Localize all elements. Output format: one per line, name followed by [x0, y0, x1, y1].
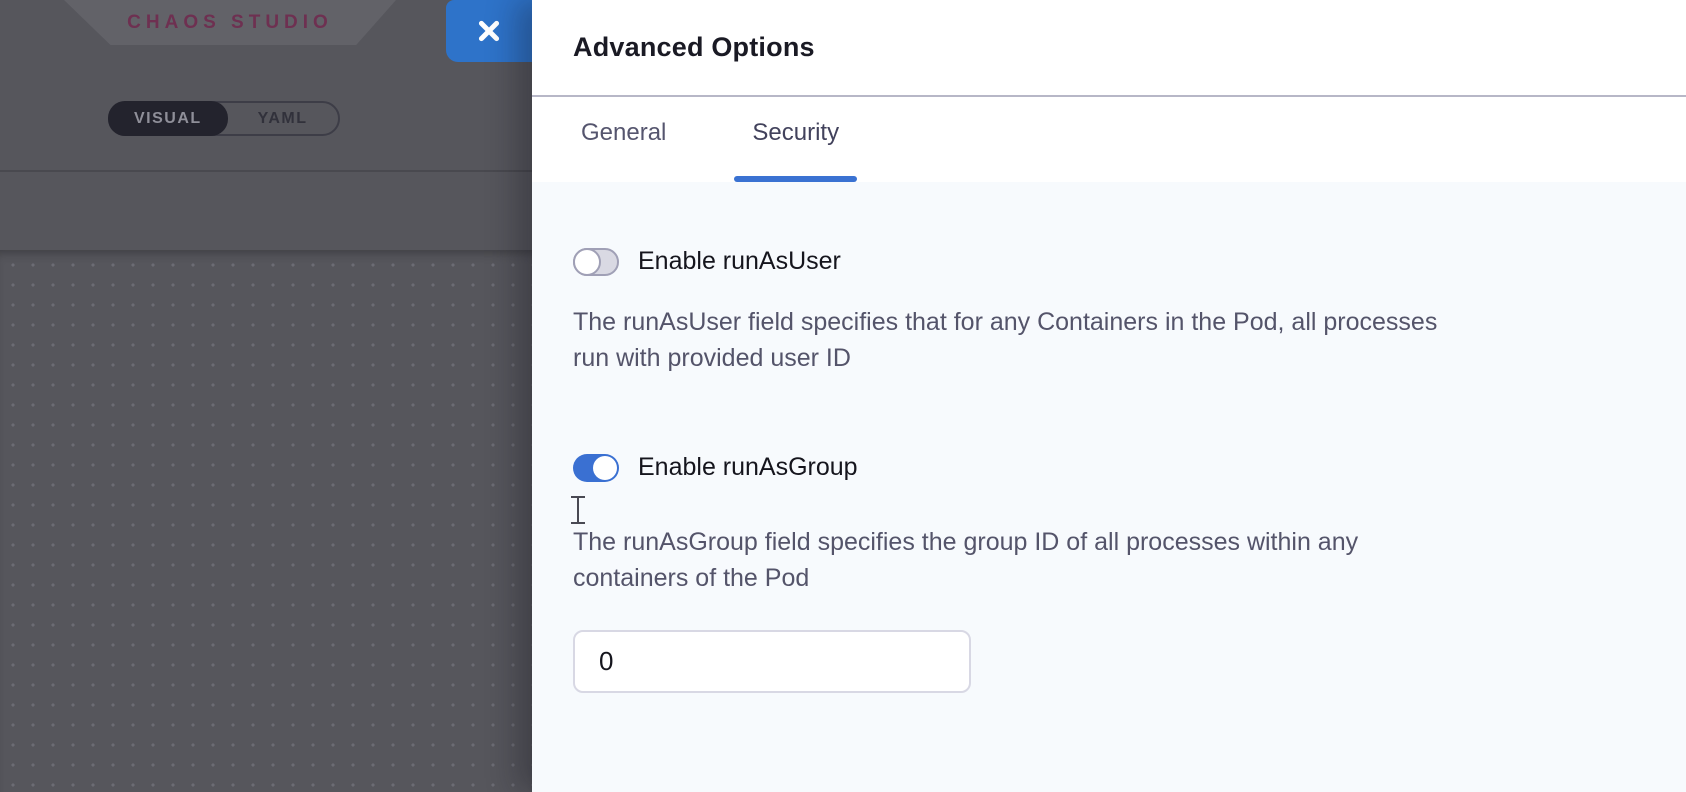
toggle-knob: [593, 456, 617, 480]
run-as-user-label: Enable runAsUser: [638, 247, 841, 276]
run-as-user-description: The runAsUser field specifies that for a…: [573, 304, 1553, 376]
tab-general-label: General: [581, 119, 666, 147]
visual-yaml-toggle: VISUAL YAML: [108, 101, 340, 136]
run-as-group-value-input[interactable]: [573, 630, 971, 693]
run-as-group-row: Enable runAsGroup: [573, 453, 1638, 482]
drawer-title: Advanced Options: [573, 32, 815, 63]
close-icon: [476, 18, 502, 44]
security-tab-content: Enable runAsUser The runAsUser field spe…: [532, 182, 1686, 792]
text-cursor: [571, 496, 585, 524]
visual-tab[interactable]: VISUAL: [108, 101, 228, 136]
yaml-tab[interactable]: YAML: [228, 103, 338, 134]
screen: CHAOS STUDIO VISUAL YAML Advanced Option…: [0, 0, 1686, 792]
canvas-toolbar-band: [0, 170, 532, 250]
tab-bar: General Security: [532, 97, 1686, 182]
visual-tab-label: VISUAL: [134, 110, 202, 128]
toggle-knob: [573, 248, 601, 276]
brand-banner-label: CHAOS STUDIO: [127, 12, 333, 34]
run-as-group-description: The runAsGroup field specifies the group…: [573, 524, 1553, 596]
yaml-tab-label: YAML: [258, 110, 308, 128]
tab-security[interactable]: Security: [734, 119, 857, 182]
run-as-user-toggle[interactable]: [573, 248, 619, 276]
run-as-group-label: Enable runAsGroup: [638, 453, 858, 482]
brand-banner: CHAOS STUDIO: [64, 0, 396, 45]
close-button[interactable]: [446, 0, 532, 62]
canvas-dot-grid: [0, 250, 532, 792]
run-as-group-toggle[interactable]: [573, 454, 619, 482]
drawer-backdrop[interactable]: CHAOS STUDIO VISUAL YAML: [0, 0, 532, 792]
tab-security-label: Security: [752, 119, 839, 147]
run-as-user-row: Enable runAsUser: [573, 247, 1638, 276]
drawer-header: Advanced Options: [532, 0, 1686, 97]
advanced-options-drawer: Advanced Options General Security Enable…: [532, 0, 1686, 792]
tab-general[interactable]: General: [563, 119, 684, 182]
